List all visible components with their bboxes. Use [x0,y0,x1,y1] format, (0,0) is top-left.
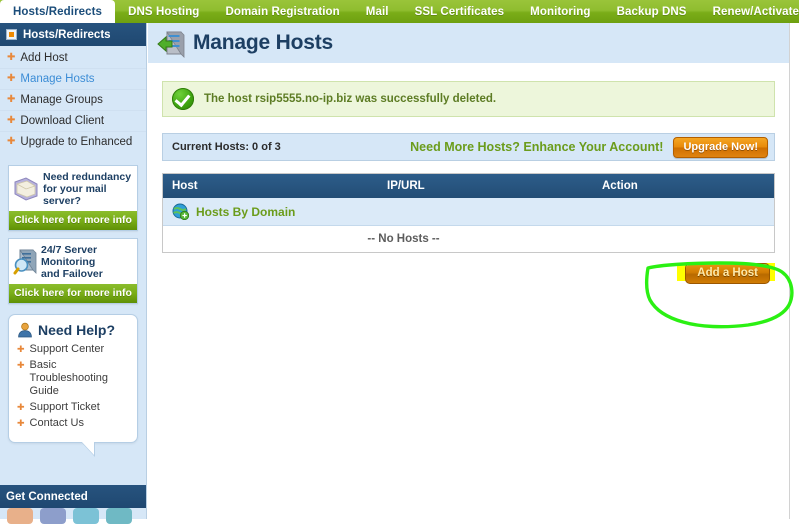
tab-mail[interactable]: Mail [353,0,402,23]
social-icon-facebook[interactable] [40,508,66,524]
sidebar-item-manage-hosts[interactable]: ✚ Manage Hosts [0,69,146,90]
table-row-group-hosts-by-domain[interactable]: Hosts By Domain [163,198,774,226]
sidebar-item-label: Download Client [20,115,105,127]
tab-label: Backup DNS [616,5,687,18]
success-check-icon [172,88,194,110]
help-link-label: Basic Troubleshooting Guide [29,359,109,397]
promo-text: Need redundancy for your mail server? [43,171,133,207]
content-inner: Manage Hosts The host rsip5555.no-ip.biz… [148,23,790,519]
help-link-support-center[interactable]: ✚ Support Center [17,343,129,356]
bullet-plus-icon: ✚ [17,418,25,428]
sidebar: Hosts/Redirects ✚ Add Host ✚ Manage Host… [0,23,147,524]
promo-line1: Need redundancy [43,171,132,183]
tab-label: DNS Hosting [128,5,200,18]
host-quota-bar: Current Hosts: 0 of 3 Need More Hosts? E… [162,133,775,161]
sidebar-item-label: Upgrade to Enhanced [20,136,133,148]
help-link-label: Contact Us [29,417,84,429]
tab-dns-hosting[interactable]: DNS Hosting [115,0,212,23]
need-help-title: Need Help? [17,322,129,338]
hosts-table: Host IP/URL Action Hosts By Domain -- No… [162,173,775,253]
page-title: Manage Hosts [193,31,333,54]
promo-cta-button[interactable]: Click here for more info [9,284,137,303]
upgrade-now-button[interactable]: Upgrade Now! [673,136,768,158]
content-area: Manage Hosts The host rsip5555.no-ip.biz… [148,23,799,519]
column-header-ip-url: IP/URL [387,180,425,192]
bullet-plus-icon: ✚ [7,136,16,147]
empty-state-row: -- No Hosts -- [163,226,774,252]
help-link-support-ticket[interactable]: ✚ Support Ticket [17,401,129,414]
empty-state-text: -- No Hosts -- [367,233,440,245]
bullet-plus-icon: ✚ [7,94,16,105]
bullet-plus-icon: ✚ [17,344,25,354]
tab-label: Mail [365,5,389,18]
sidebar-item-upgrade-to-enhanced[interactable]: ✚ Upgrade to Enhanced [0,132,146,152]
tab-label: Renew/Activate [712,5,799,18]
group-row-label[interactable]: Hosts By Domain [196,205,295,219]
get-connected-label: Get Connected [6,490,88,503]
tab-label: SSL Certificates [414,5,505,18]
tab-label: Hosts/Redirects [13,5,103,18]
promo-body: 24/7 Server Monitoring and Failover [9,239,137,284]
bullet-plus-icon: ✚ [7,115,16,126]
globe-add-icon [172,203,190,221]
sidebar-item-manage-groups[interactable]: ✚ Manage Groups [0,90,146,111]
bullet-plus-icon: ✚ [17,360,25,370]
current-hosts-count: Current Hosts: 0 of 3 [172,141,281,153]
add-host-row: Add a Host [162,263,775,285]
promo-line2: and Failover [41,268,103,280]
sidebar-nav: ✚ Add Host ✚ Manage Hosts ✚ Manage Group… [0,46,146,158]
bullet-plus-icon: ✚ [7,52,16,63]
tab-label: Domain Registration [225,5,340,18]
section-marker-icon [6,29,17,40]
need-help-label: Need Help? [38,322,116,338]
promo-body: Need redundancy for your mail server? [9,166,137,211]
bullet-plus-icon: ✚ [17,402,25,412]
social-icon-linkedin[interactable] [106,508,132,524]
bullet-plus-icon: ✚ [7,73,16,84]
tab-renew-activate[interactable]: Renew/Activate [700,0,799,23]
sidebar-item-label: Manage Groups [20,94,103,106]
success-alert-text: The host rsip5555.no-ip.biz was successf… [204,93,497,105]
envelope-icon [13,176,39,202]
tab-label: Monitoring [530,5,591,18]
tab-backup-dns[interactable]: Backup DNS [604,0,700,23]
add-a-host-button[interactable]: Add a Host [685,263,770,284]
column-header-action: Action [602,180,638,192]
sidebar-item-label: Add Host [20,52,68,64]
promo-line1: 24/7 Server Monitoring [41,244,98,268]
help-link-label: Support Center [29,343,105,355]
tab-monitoring[interactable]: Monitoring [517,0,603,23]
success-alert: The host rsip5555.no-ip.biz was successf… [162,81,775,117]
hosts-table-header: Host IP/URL Action [163,174,774,198]
tab-domain-registration[interactable]: Domain Registration [212,0,352,23]
promo-server-monitoring[interactable]: 24/7 Server Monitoring and Failover Clic… [8,238,138,304]
sidebar-header-label: Hosts/Redirects [23,28,111,41]
tab-hosts-redirects[interactable]: Hosts/Redirects [0,0,116,23]
page-body: Hosts/Redirects ✚ Add Host ✚ Manage Host… [0,23,799,524]
help-link-contact-us[interactable]: ✚ Contact Us [17,417,129,430]
social-icon-rss[interactable] [7,508,33,524]
main-tab-bar: Hosts/Redirects DNS Hosting Domain Regis… [0,0,799,23]
promo-mail-redundancy[interactable]: Need redundancy for your mail server? Cl… [8,165,138,231]
social-links-row [0,508,146,524]
promo-text: 24/7 Server Monitoring and Failover [41,244,133,280]
help-link-troubleshooting-guide[interactable]: ✚ Basic Troubleshooting Guide [17,359,129,398]
page-header: Manage Hosts [148,23,789,63]
column-header-host: Host [172,180,198,192]
sidebar-item-download-client[interactable]: ✚ Download Client [0,111,146,132]
server-monitor-icon [13,248,39,276]
promo-line2: for your mail server? [43,183,107,207]
enhance-account-text: Need More Hosts? Enhance Your Account! [410,140,664,154]
sidebar-item-add-host[interactable]: ✚ Add Host [0,48,146,69]
get-connected-header: Get Connected [0,485,146,508]
help-link-label: Support Ticket [29,401,100,413]
social-icon-twitter[interactable] [73,508,99,524]
tab-ssl-certificates[interactable]: SSL Certificates [402,0,518,23]
need-help-box: Need Help? ✚ Support Center ✚ Basic Trou… [8,314,138,457]
promo-cta-button[interactable]: Click here for more info [9,211,137,230]
sidebar-item-label: Manage Hosts [20,73,95,85]
sidebar-header: Hosts/Redirects [0,23,146,46]
server-stack-icon [156,28,186,58]
user-icon [17,322,33,338]
